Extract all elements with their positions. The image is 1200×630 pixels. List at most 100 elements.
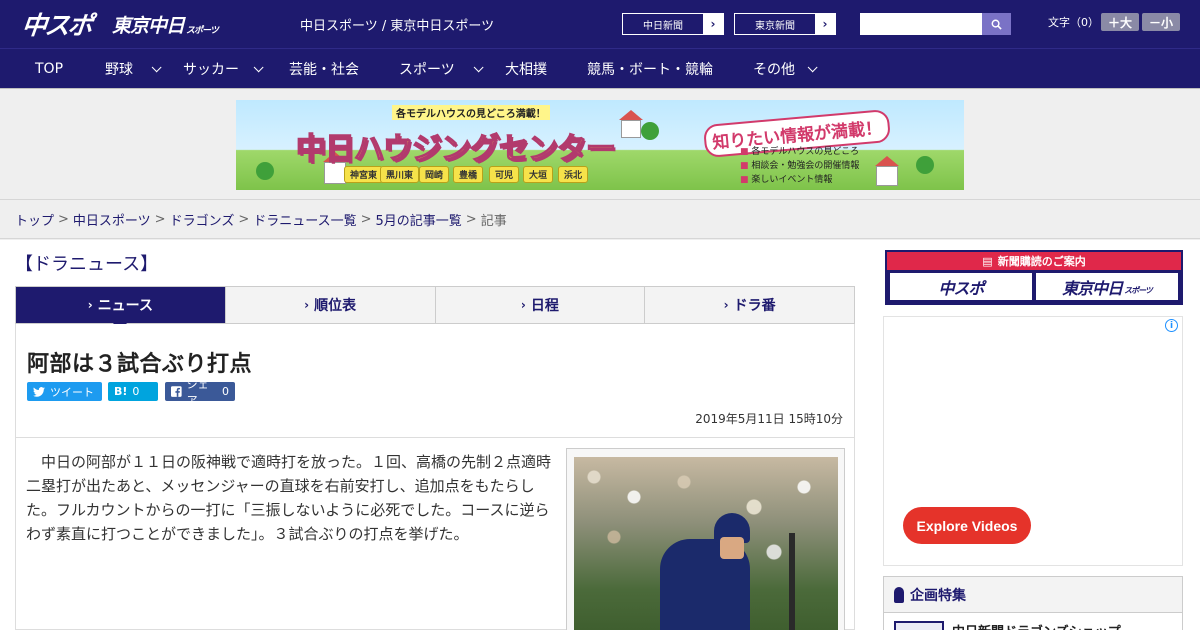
banner-location: 岡崎 [419,166,450,183]
banner-title: 中日ハウジングセンター [295,131,617,168]
tokyo-shimbun-link[interactable]: 東京新聞 › [734,13,836,35]
nav-item-baseball[interactable]: 野球 [105,49,162,89]
feature-item[interactable]: 中日新聞ドラゴンズショップ [894,621,1121,630]
hatena-count: 0 [132,385,140,398]
tab-label: ニュース [97,298,153,314]
tokyo-chunichi-logo[interactable]: 東京中日 スポーツ [112,6,219,42]
chusupo-logo[interactable]: 中スポ [20,6,93,42]
chevron-right-icon: › [87,298,93,312]
banner-info: 楽しいイベント情報 [740,172,832,185]
breadcrumb: トップ > 中日スポーツ > ドラゴンズ > ドラニュース一覧 > 5月の記事一覧 > 記… [0,200,1200,239]
nav-label: 野球 [105,62,133,78]
banner-location: 神宮東 [344,166,384,183]
photo-face [720,537,744,559]
tree-decoration [641,122,659,140]
subscription-logo-tokyo-small: スポーツ [1124,286,1153,295]
article-date: 2019年5月11日 15時10分 [695,412,843,426]
nav-label: サッカー [183,62,239,78]
facebook-share-button[interactable]: シェア 0 [165,378,235,407]
breadcrumb-link-chunichi-sports[interactable]: 中日スポーツ [73,210,151,229]
tab-label: ドラ番 [733,298,776,314]
breadcrumb-separator: > [360,211,372,227]
explore-videos-button[interactable]: Explore Videos [903,507,1031,544]
subscription-head: ▤ 新聞購読のご案内 [887,252,1181,270]
article-photo[interactable] [574,457,838,630]
font-size-decrease-button[interactable]: －小 [1142,13,1180,31]
search-input[interactable] [860,13,982,35]
feature-title: 企画特集 [910,587,966,604]
breadcrumb-link-top[interactable]: トップ [15,210,54,229]
banner-info: 各モデルハウスの見どころ [740,144,859,157]
feature-head: 企画特集 [884,577,1182,613]
chunichi-shimbun-link[interactable]: 中日新聞 › [622,13,724,35]
search-button[interactable] [982,13,1011,35]
house-decoration [621,120,641,138]
chevron-down-icon [807,61,818,72]
subscription-logos: 中スポ 東京中日 スポーツ [887,270,1181,303]
breadcrumb-separator: > [58,211,69,227]
tweet-button[interactable]: ツイート [27,382,102,401]
twitter-bird-icon [33,386,45,397]
tab-news[interactable]: › ニュース [16,287,225,331]
chevron-right-icon: › [723,298,729,312]
breadcrumb-link-dragons[interactable]: ドラゴンズ [170,210,235,229]
ext-link-label: 中日新聞 [643,20,683,32]
nav-item-sports[interactable]: スポーツ [399,49,484,89]
feature-item-title: 中日新聞ドラゴンズショップ [952,621,1121,630]
feature-section: 企画特集 中日新聞ドラゴンズショップ [883,576,1183,630]
nav-item-top[interactable]: TOP [35,49,63,89]
nav-item-sumo[interactable]: 大相撲 [505,49,547,89]
facebook-share-count: 0 [222,385,229,398]
tab-dora-ban[interactable]: › ドラ番 [644,287,854,323]
banner-location: 大垣 [523,166,554,183]
banner-area: 各モデルハウスの見どころ満載！ 中日ハウジングセンター 神宮東 黒川東 岡崎 豊… [0,90,1200,200]
banner-location: 豊橋 [453,166,484,183]
tokyo-logo-text: 東京中日 [112,14,185,37]
subscription-logo-tokyo[interactable]: 東京中日 スポーツ [1036,273,1178,300]
breadcrumb-link-may-articles[interactable]: 5月の記事一覧 [376,210,462,229]
nav-label: TOP [35,61,64,77]
tree-decoration [256,162,274,180]
site-title: 中日スポーツ / 東京中日スポーツ [300,19,495,34]
article-title: 阿部は３試合ぶり打点 [27,352,253,377]
banner-location: 浜北 [558,166,589,183]
tweet-label: ツイート [50,385,94,399]
photo-bat [789,533,795,630]
roof-decoration [875,156,899,166]
ad-info-icon[interactable]: i [1165,319,1178,332]
tab-label: 順位表 [314,298,357,314]
tab-schedule[interactable]: › 日程 [434,287,645,323]
banner-info: 相談会・勉強会の開催情報 [740,158,859,171]
main-nav: TOP 野球 サッカー 芸能・社会 スポーツ 大相撲 競馬・ボート・競輪 その他 [0,48,1200,89]
nav-item-others[interactable]: その他 [753,49,818,89]
subscription-head-label: 新聞購読のご案内 [997,255,1086,268]
hatena-bookmark-button[interactable]: B! 0 [108,382,158,401]
breadcrumb-link-dra-news-list[interactable]: ドラニュース一覧 [253,210,356,229]
facebook-share-label: シェア [186,377,209,407]
article-text: 中日の阿部が１１日の阪神戦で適時打を放った。１回、高橋の先制２点適時二塁打が出た… [26,453,552,543]
housing-center-ad-banner[interactable]: 各モデルハウスの見どころ満載！ 中日ハウジングセンター 神宮東 黒川東 岡崎 豊… [236,100,964,190]
tree-decoration [916,156,934,174]
nav-item-racing[interactable]: 競馬・ボート・競輪 [587,49,713,89]
article-header: 阿部は３試合ぶり打点 ツイート B! 0 シェア 0 2019年5月11日 15… [15,324,855,438]
nav-item-soccer[interactable]: サッカー [183,49,264,89]
banner-location: 黒川東 [380,166,420,183]
font-size-increase-button[interactable]: ＋大 [1101,13,1139,31]
article-photo-frame [566,448,845,630]
subscription-logo-chusupo[interactable]: 中スポ [890,273,1032,300]
subscription-banner[interactable]: ▤ 新聞購読のご案内 中スポ 東京中日 スポーツ [885,250,1183,305]
tab-standings[interactable]: › 順位表 [224,287,435,323]
chevron-down-icon [151,61,162,72]
sidebar-ad: i Explore Videos [883,316,1183,566]
breadcrumb-separator: > [238,211,250,227]
chevron-right-icon: › [703,14,723,34]
top-header: 中スポ 東京中日 スポーツ 中日スポーツ / 東京中日スポーツ 中日新聞 › 東京… [0,0,1200,48]
nav-item-entertainment[interactable]: 芸能・社会 [289,49,359,89]
feature-thumbnail [894,621,944,630]
banner-location: 可児 [489,166,520,183]
chevron-right-icon: › [304,298,310,312]
nav-label: 競馬・ボート・競輪 [587,62,713,78]
chevron-right-icon: › [815,14,835,34]
nav-label: 大相撲 [505,62,547,78]
nav-label: 芸能・社会 [289,62,359,78]
